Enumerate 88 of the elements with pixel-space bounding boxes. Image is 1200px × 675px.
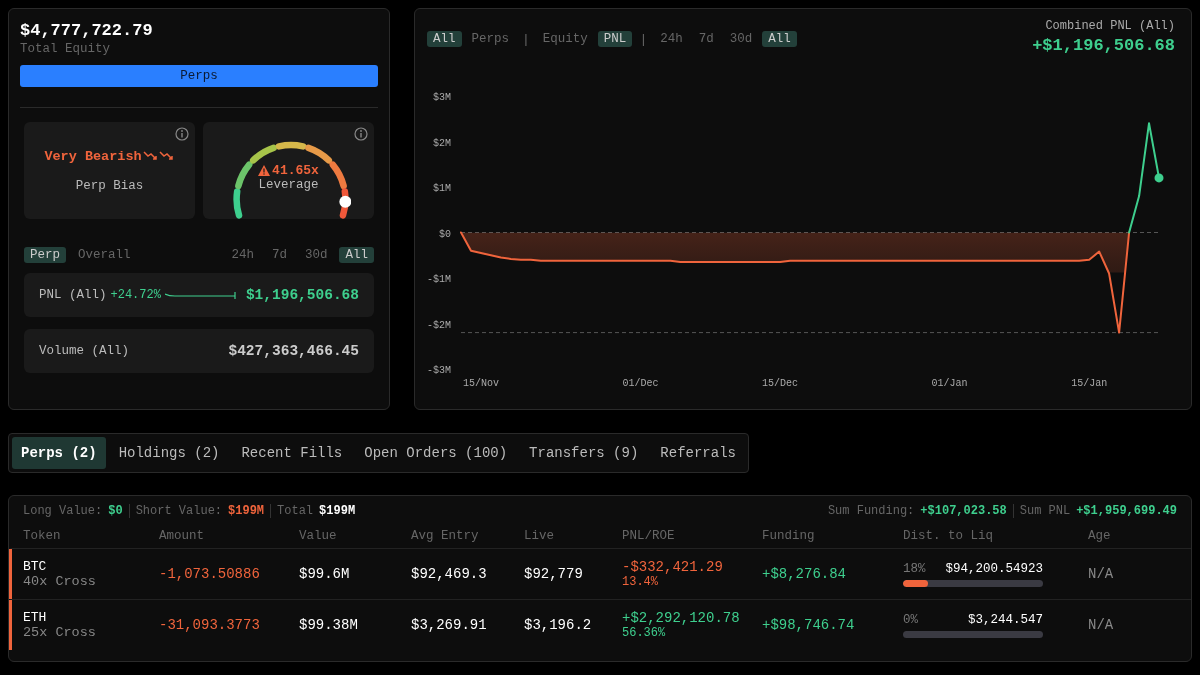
liq-price: $3,244.547: [968, 612, 1043, 627]
margin-mode: 40x Cross: [23, 574, 97, 589]
bias-label: Perp Bias: [75, 178, 144, 193]
roe-cell-text: 13.4%: [622, 575, 659, 589]
value-cell-text: $99.6M: [299, 566, 351, 582]
y-axis-label: $0: [439, 228, 451, 240]
y-axis-label: -$1M: [427, 274, 451, 285]
funding-cell-text: +$8,276.84: [762, 566, 847, 582]
y-axis-label: -$2M: [427, 319, 451, 331]
bias-value: Very Bearish: [44, 148, 142, 164]
separator: |: [521, 31, 531, 47]
total-equity-label: Total Equity: [20, 42, 111, 56]
column-header: Live: [524, 529, 555, 543]
pnl-cell-text: -$332,421.29: [622, 559, 724, 575]
y-axis-label: $2M: [433, 137, 451, 149]
liq-price: $94,200.54923: [945, 561, 1043, 576]
column-header: Amount: [159, 529, 205, 543]
x-axis-label: 15/Dec: [762, 378, 799, 389]
volume-value: $427,363,466.45: [228, 343, 359, 359]
tab[interactable]: Perps (2): [12, 437, 106, 469]
perps-button[interactable]: Perps: [20, 65, 378, 87]
tab[interactable]: Holdings (2): [109, 437, 229, 469]
pnl-label: PNL (All): [39, 288, 107, 302]
token-symbol: ETH: [23, 610, 48, 625]
token-symbol: BTC: [23, 559, 48, 574]
range-toggle[interactable]: All: [339, 247, 374, 263]
summary-value: $199M: [228, 504, 265, 518]
end-point: [1154, 173, 1164, 183]
age-cell-text: N/A: [1088, 566, 1115, 582]
leverage-value: 41.65x: [272, 163, 319, 178]
roe-cell-text: 56.36%: [622, 626, 667, 640]
summary-label: Sum Funding:: [827, 504, 915, 518]
combined-pnl-label: Combined PNL (All): [1044, 19, 1175, 33]
funding-cell-text: +$98,746.74: [762, 617, 856, 633]
value-cell-text: $99.38M: [299, 617, 359, 633]
trend-down-icon: [142, 150, 175, 162]
tab[interactable]: Open Orders (100): [355, 437, 517, 469]
liq-distance-percent: 0%: [903, 612, 918, 627]
volume-label: Volume (All): [39, 344, 129, 358]
total-equity-value: $4,777,722.79: [20, 21, 154, 40]
tab[interactable]: Transfers (9): [520, 437, 648, 469]
chart-toggle[interactable]: All: [762, 31, 797, 47]
summary-label: Sum PNL: [1019, 504, 1071, 518]
pnl-change: +24.72%: [110, 288, 161, 302]
summary-label: Long Value:: [23, 504, 103, 518]
live-price-cell-text: $92,779: [524, 566, 584, 582]
leverage-label: Leverage: [258, 178, 319, 192]
summary-label: Total: [277, 504, 314, 518]
y-axis-label: $1M: [433, 183, 451, 194]
x-axis-label: 01/Dec: [622, 378, 659, 389]
summary-value: $199M: [319, 504, 356, 518]
pnl-cell-text: +$2,292,120.78: [622, 610, 741, 626]
x-axis-label: 01/Jan: [931, 378, 968, 389]
margin-mode: 25x Cross: [23, 625, 97, 640]
x-axis-label: 15/Jan: [1071, 378, 1108, 389]
column-header: Funding: [762, 529, 816, 543]
amount-cell-text: -31,093.3773: [159, 617, 261, 633]
column-header: Token: [23, 529, 62, 543]
live-price-cell-text: $3,196.2: [524, 617, 593, 633]
avg-entry-cell-text: $3,269.91: [411, 617, 488, 633]
summary-value: +$1,959,699.49: [1076, 504, 1177, 518]
summary-value: $0: [108, 504, 123, 518]
column-header: Avg Entry: [411, 529, 480, 543]
info-icon[interactable]: [175, 127, 189, 141]
x-axis-label: 15/Nov: [462, 378, 499, 389]
summary-value: +$107,023.58: [920, 504, 1007, 518]
info-icon[interactable]: [354, 127, 368, 141]
tab[interactable]: Referrals: [651, 437, 745, 469]
separator: |: [638, 31, 649, 47]
summary-label: Short Value:: [135, 504, 223, 518]
avg-entry-cell-text: $92,469.3: [411, 566, 488, 582]
scope-toggle[interactable]: Perp: [24, 247, 66, 263]
pnl-value: $1,196,506.68: [245, 287, 359, 303]
warning-icon: [258, 165, 271, 176]
y-axis-label: $3M: [433, 92, 451, 103]
chart-toggle[interactable]: Perps: [465, 31, 516, 47]
chart-toggle[interactable]: All: [427, 31, 462, 47]
column-header: Age: [1088, 529, 1112, 543]
liq-distance-percent: 18%: [903, 561, 926, 576]
column-header: Dist. to Liq: [903, 529, 994, 543]
y-axis-label: -$3M: [427, 365, 451, 376]
age-cell-text: N/A: [1088, 617, 1115, 633]
combined-pnl-value: +$1,196,506.68: [1032, 36, 1175, 55]
column-header: PNL/ROE: [622, 529, 676, 543]
tab[interactable]: Recent Fills: [232, 437, 352, 469]
column-header: Value: [299, 529, 338, 543]
chart-toggle[interactable]: PNL: [597, 31, 633, 47]
amount-cell-text: -1,073.50886: [159, 566, 261, 582]
